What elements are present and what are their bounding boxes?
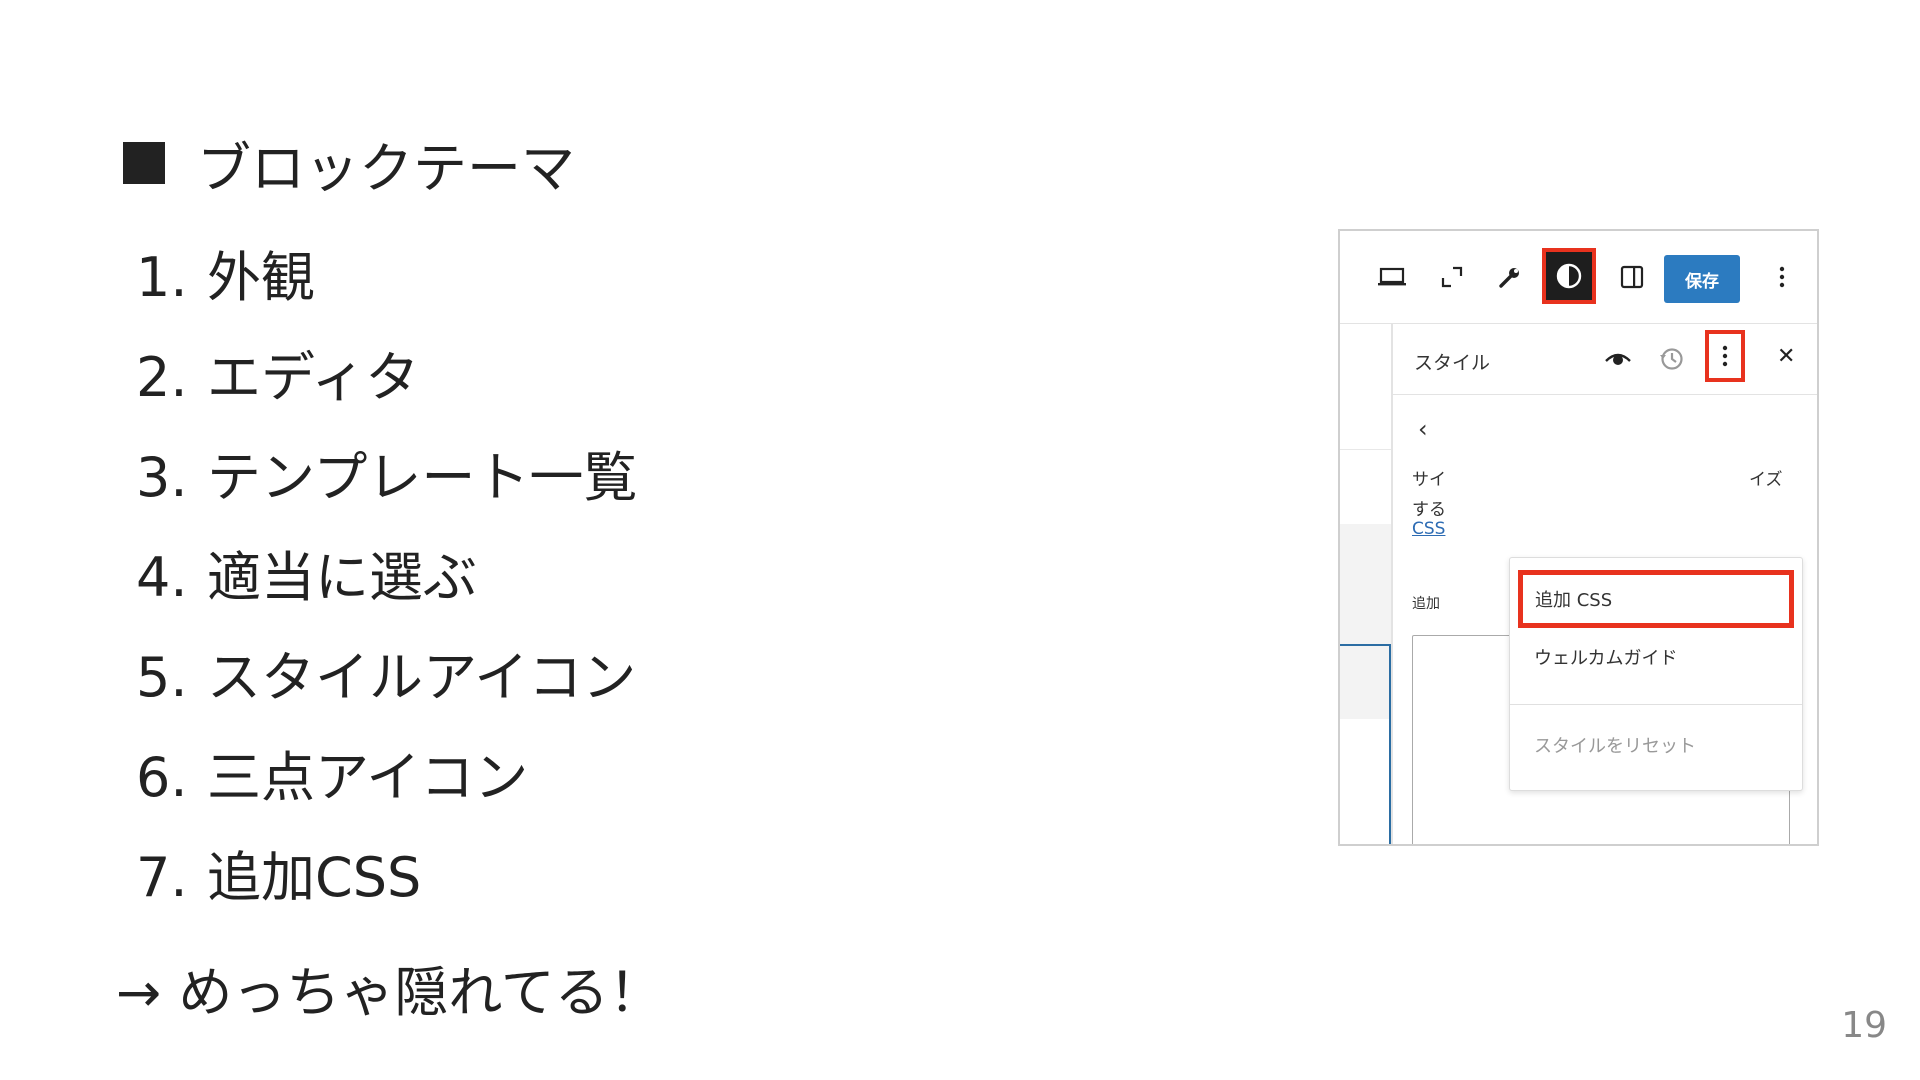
description-line: サイ	[1412, 470, 1446, 490]
step-number: 4.	[136, 546, 188, 609]
conclusion-text: → めっちゃ隠れてる！	[116, 961, 663, 1024]
editor-screenshot: 保存 スタイル ✕ ‹ サイ する イズ CSS 追加 追加 CSS ウェルカム…	[1338, 229, 1819, 846]
step-number: 5.	[136, 646, 188, 709]
slide-heading: ブロックテーマ	[123, 128, 575, 200]
step-item: 2. エディタ	[136, 328, 637, 428]
styles-panel-body: ‹ サイ する イズ CSS 追加 追加 CSS ウェルカムガイド スタイルをリ…	[1392, 395, 1817, 844]
menu-item-welcome-guide[interactable]: ウェルカムガイド	[1534, 644, 1677, 670]
canvas-preview-strip	[1340, 324, 1393, 844]
step-item: 5. スタイルアイコン	[136, 628, 637, 728]
desktop-view-icon[interactable]	[1374, 259, 1410, 295]
step-number: 7.	[136, 846, 188, 909]
style-contrast-icon[interactable]	[1542, 248, 1596, 304]
canvas-divider	[1340, 449, 1391, 450]
description-tail: イズ	[1749, 470, 1783, 490]
step-number: 3.	[136, 446, 188, 509]
step-item: 6. 三点アイコン	[136, 728, 637, 828]
step-text: 適当に選ぶ	[207, 546, 477, 609]
step-item: 7. 追加CSS	[136, 828, 637, 928]
step-text: テンプレート一覧	[207, 446, 638, 509]
step-item: 3. テンプレート一覧	[136, 428, 637, 528]
save-button[interactable]: 保存	[1664, 255, 1740, 303]
canvas-selection-edge	[1389, 644, 1391, 844]
heading-text: ブロックテーマ	[197, 136, 575, 200]
square-bullet-icon	[123, 142, 165, 184]
tools-icon[interactable]	[1492, 259, 1528, 295]
step-text: 三点アイコン	[207, 746, 529, 809]
revision-history-icon[interactable]	[1658, 344, 1686, 374]
step-item: 1. 外観	[136, 228, 637, 328]
eye-icon[interactable]	[1604, 344, 1632, 374]
page-number: 19	[1841, 1005, 1887, 1046]
styles-sidebar-header: スタイル ✕	[1392, 324, 1817, 395]
additional-css-label: 追加	[1412, 596, 1440, 612]
step-text: 外観	[207, 246, 315, 309]
editor-toolbar: 保存	[1340, 231, 1817, 324]
back-chevron-icon[interactable]: ‹	[1418, 415, 1428, 443]
step-text: エディタ	[207, 346, 420, 409]
options-icon[interactable]	[1764, 259, 1800, 295]
steps-list: 1. 外観 2. エディタ 3. テンプレート一覧 4. 適当に選ぶ 5. スタイルアイコ…	[136, 228, 637, 928]
sidebar-title: スタイル	[1414, 352, 1491, 374]
canvas-selection-line	[1340, 644, 1391, 646]
step-number: 1.	[136, 246, 188, 309]
step-number: 6.	[136, 746, 188, 809]
menu-item-reset-styles: スタイルをリセット	[1534, 736, 1696, 757]
step-number: 2.	[136, 346, 188, 409]
fullscreen-icon[interactable]	[1434, 259, 1470, 295]
step-item: 4. 適当に選ぶ	[136, 528, 637, 628]
menu-divider	[1510, 704, 1802, 705]
step-text: 追加CSS	[207, 846, 422, 909]
canvas-block	[1340, 524, 1391, 719]
more-vertical-icon[interactable]	[1705, 330, 1745, 382]
step-text: スタイルアイコン	[207, 646, 637, 709]
sidebar-toggle-icon[interactable]	[1614, 259, 1650, 295]
close-icon[interactable]: ✕	[1777, 344, 1795, 369]
menu-item-additional-css[interactable]: 追加 CSS	[1518, 570, 1794, 628]
panel-description: サイ する	[1412, 465, 1446, 525]
css-link[interactable]: CSS	[1412, 519, 1445, 539]
more-options-menu: 追加 CSS ウェルカムガイド スタイルをリセット	[1509, 557, 1803, 791]
